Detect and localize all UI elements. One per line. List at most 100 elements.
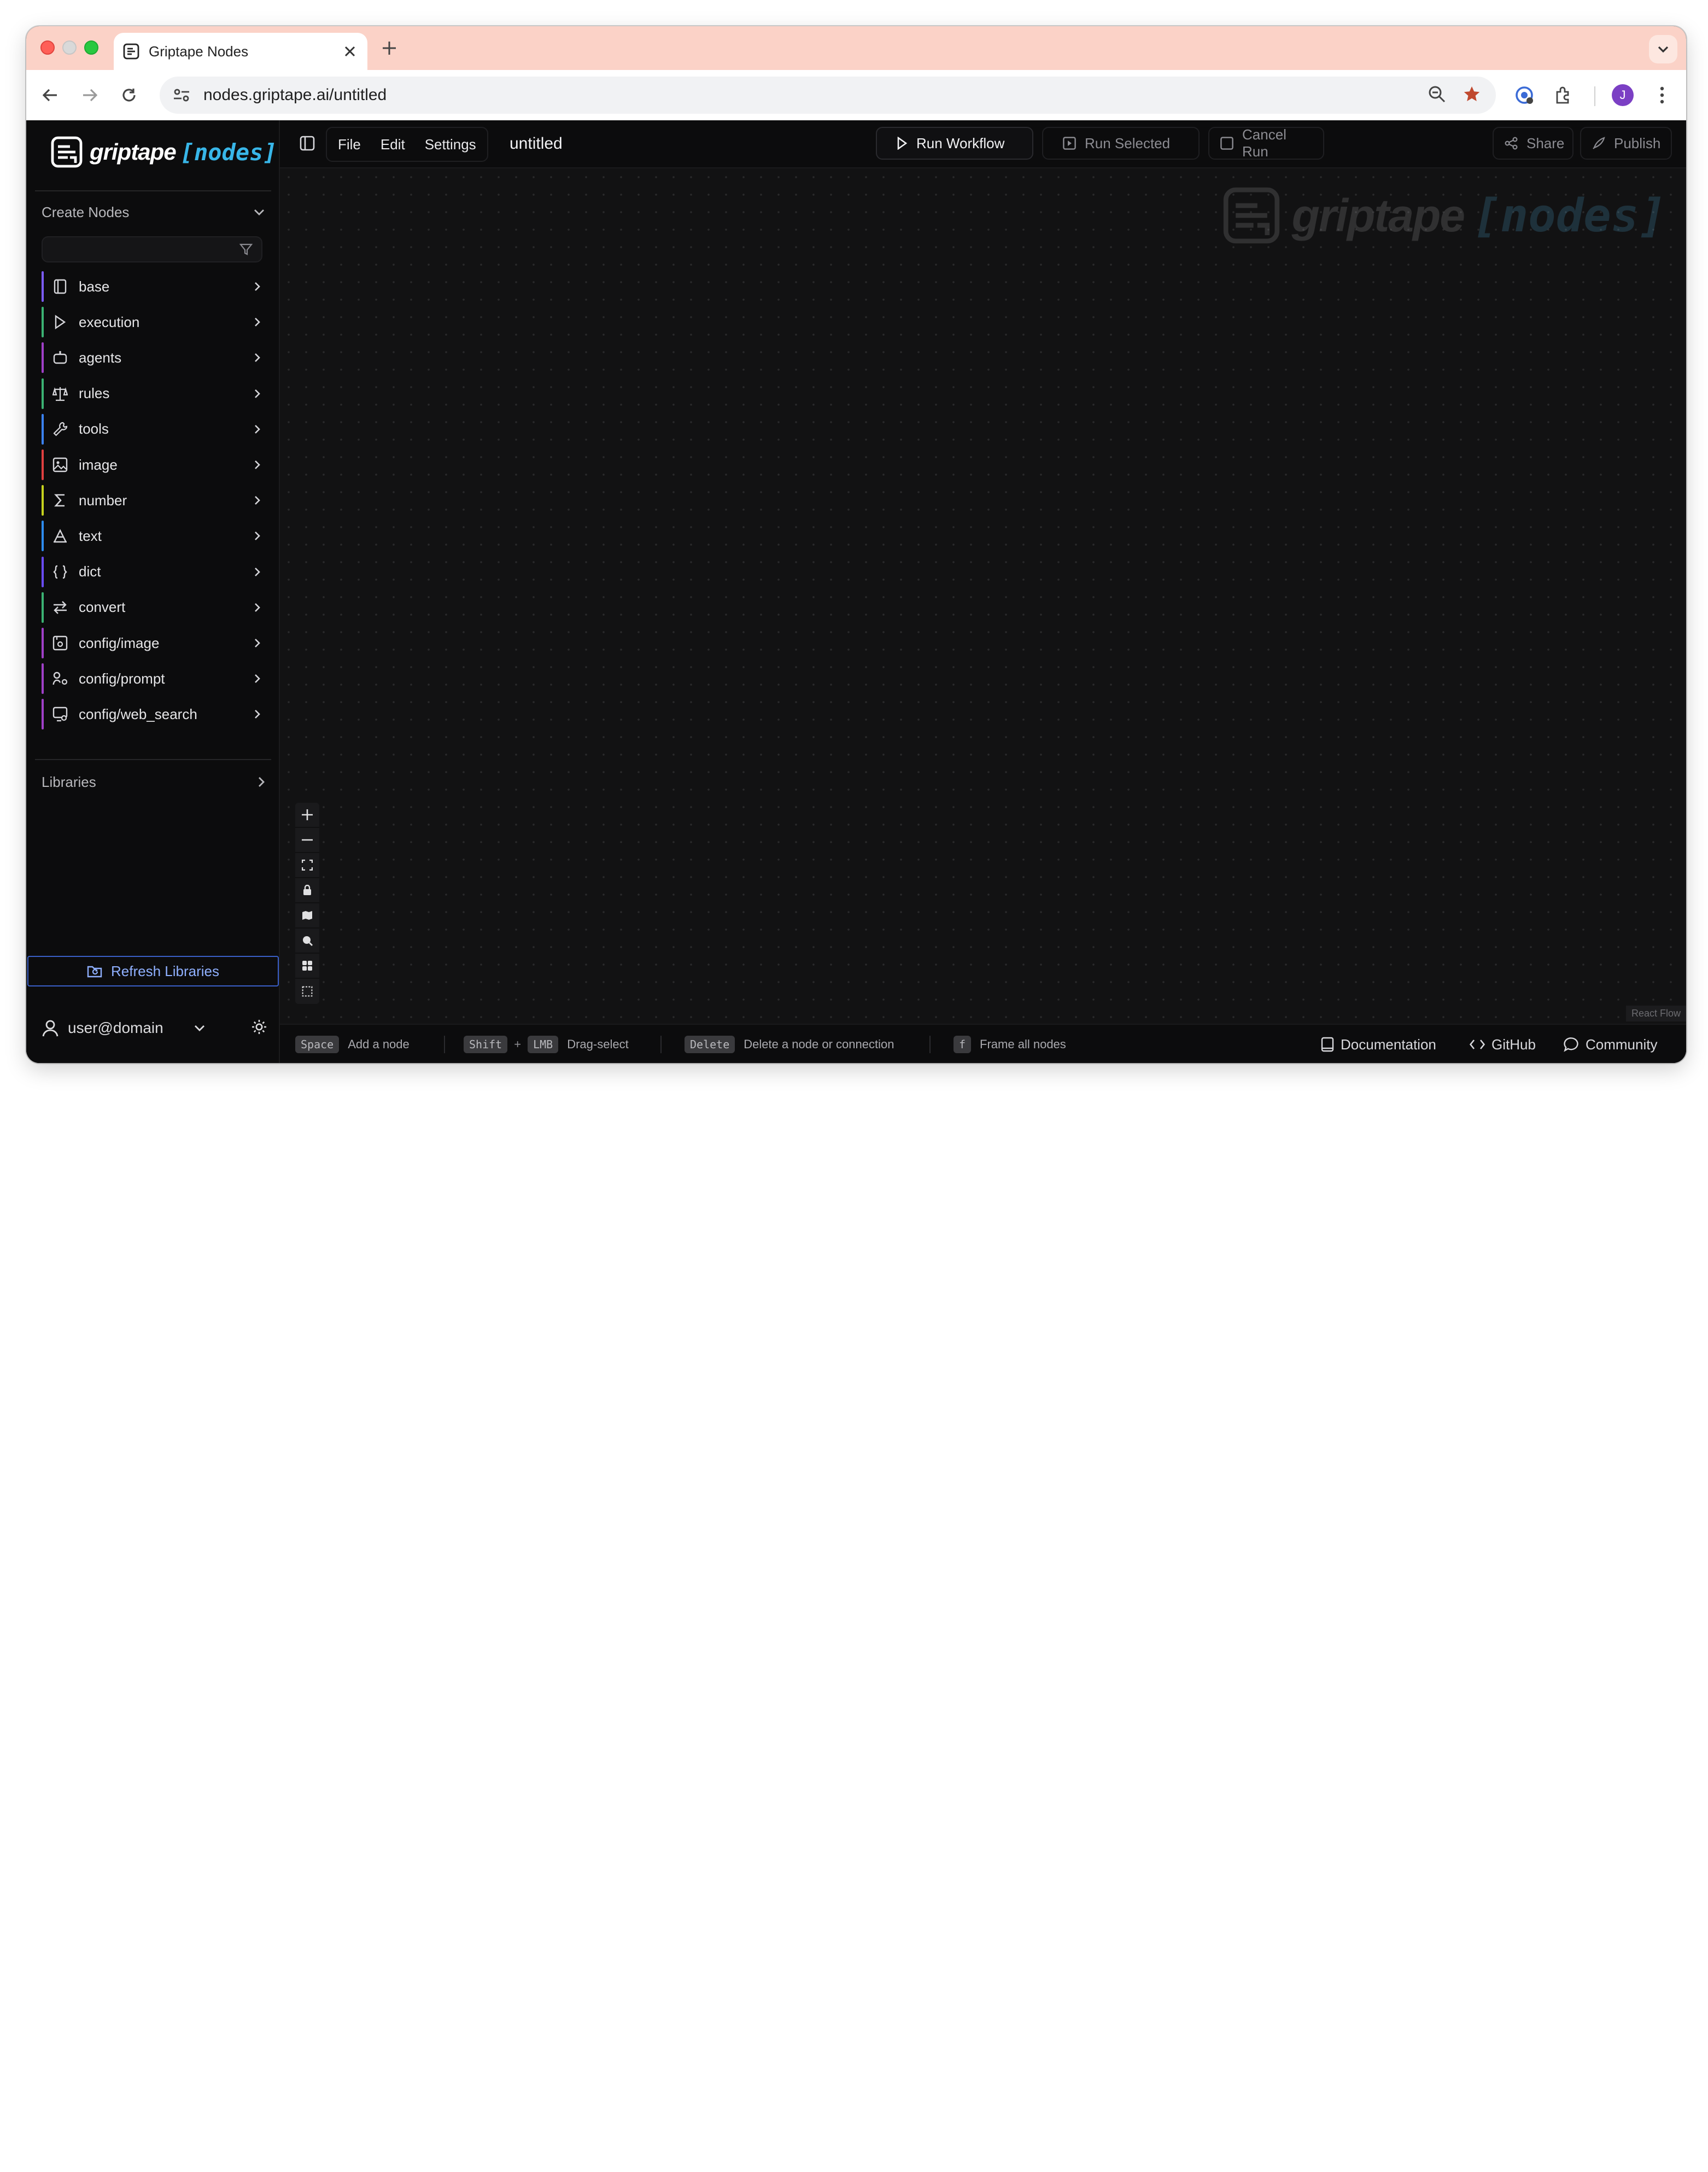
refresh-libraries-button[interactable]: Refresh Libraries: [27, 956, 279, 986]
chevron-down-icon: [254, 209, 265, 215]
fit-view-icon[interactable]: [295, 853, 319, 878]
category-base[interactable]: base: [42, 271, 265, 302]
search-node-icon[interactable]: [295, 929, 319, 954]
category-execution[interactable]: execution: [42, 307, 265, 338]
sidebar-divider: [35, 759, 271, 760]
run-workflow-button[interactable]: Run Workflow: [876, 127, 1033, 160]
react-flow-attribution[interactable]: React Flow: [1625, 1006, 1686, 1021]
documentation-link[interactable]: Documentation: [1321, 1035, 1436, 1054]
lock-icon[interactable]: [295, 878, 319, 903]
user-menu[interactable]: user@domain: [42, 1015, 267, 1041]
menu-file[interactable]: File: [338, 136, 361, 153]
category-config-image[interactable]: config/image: [42, 628, 265, 658]
tab-search-chevron-icon[interactable]: [1649, 35, 1677, 63]
play-icon: [897, 137, 908, 150]
menu-edit[interactable]: Edit: [381, 136, 405, 153]
category-convert[interactable]: convert: [42, 592, 265, 623]
status-divider: [929, 1036, 931, 1053]
browser-tab[interactable]: Griptape Nodes: [114, 33, 367, 70]
app-toolbar: File Edit Settings untitled Run Workflow…: [280, 120, 1686, 168]
chevron-right-icon: [249, 671, 265, 686]
play-icon: [52, 314, 68, 330]
panel-toggle-icon[interactable]: [300, 136, 315, 151]
share-button[interactable]: Share: [1493, 127, 1574, 160]
shortcut-add-node: Space Add a node: [295, 1035, 410, 1054]
theme-sun-icon[interactable]: [251, 1019, 267, 1035]
github-link[interactable]: GitHub: [1470, 1035, 1536, 1054]
minimap-icon[interactable]: [295, 903, 319, 929]
bot-icon: [52, 350, 68, 365]
status-divider: [444, 1036, 445, 1053]
share-label: Share: [1526, 135, 1565, 151]
site-settings-icon[interactable]: [171, 84, 192, 106]
grid-layout-icon[interactable]: [295, 954, 319, 979]
community-link[interactable]: Community: [1564, 1035, 1657, 1054]
run-selected-button[interactable]: Run Selected: [1042, 127, 1200, 160]
publish-label: Publish: [1614, 135, 1661, 151]
category-config-prompt[interactable]: config/prompt: [42, 663, 265, 694]
workflow-title[interactable]: untitled: [510, 135, 563, 153]
category-image[interactable]: image: [42, 449, 265, 480]
category-number[interactable]: number: [42, 485, 265, 516]
close-window-button[interactable]: [40, 40, 55, 55]
publish-button[interactable]: Publish: [1580, 127, 1672, 160]
documentation-label: Documentation: [1341, 1036, 1436, 1053]
extensions-puzzle-icon[interactable]: [1551, 82, 1577, 108]
zoom-in-icon[interactable]: [295, 803, 319, 828]
key-lmb: LMB: [528, 1036, 559, 1053]
libraries-header[interactable]: Libraries: [42, 769, 265, 795]
sidebar-divider: [35, 190, 271, 191]
github-label: GitHub: [1491, 1036, 1536, 1053]
menu-settings[interactable]: Settings: [425, 136, 476, 153]
canvas-controls: [295, 803, 319, 1004]
minimize-window-button[interactable]: [62, 40, 77, 55]
community-label: Community: [1586, 1036, 1658, 1053]
folder-refresh-icon: [87, 965, 102, 978]
category-color-bar: [42, 521, 44, 552]
bookmark-star-icon[interactable]: [1463, 85, 1481, 103]
reload-icon[interactable]: [116, 82, 142, 108]
back-arrow-icon[interactable]: [37, 82, 63, 108]
run-workflow-label: Run Workflow: [916, 135, 1005, 151]
user-icon: [42, 1019, 59, 1037]
node-filter-input[interactable]: [42, 236, 262, 262]
category-text[interactable]: text: [42, 521, 265, 552]
workflow-canvas[interactable]: griptape [nodes] React Flow: [280, 168, 1686, 1024]
cancel-run-button[interactable]: Cancel Run: [1208, 126, 1324, 160]
zoom-icon[interactable]: [1428, 85, 1446, 103]
griptape-app: griptape [nodes] Create Nodes base execut…: [26, 120, 1686, 1063]
selection-box-icon[interactable]: [295, 979, 319, 1004]
shortcut-drag-select: Shift + LMB Drag-select: [464, 1035, 629, 1054]
category-agents[interactable]: agents: [42, 342, 265, 373]
griptape-logo: griptape [nodes]: [50, 133, 277, 171]
password-manager-icon[interactable]: [1511, 82, 1537, 108]
shortcut-label: Frame all nodes: [980, 1037, 1066, 1051]
category-label: rules: [79, 385, 110, 402]
chevron-right-icon: [249, 422, 265, 437]
chevron-right-icon: [249, 493, 265, 508]
category-dict[interactable]: dict: [42, 556, 265, 587]
swap-icon: [52, 600, 68, 615]
category-tools[interactable]: tools: [42, 413, 265, 445]
create-nodes-header[interactable]: Create Nodes: [42, 199, 265, 225]
image-config-icon: [52, 635, 68, 651]
browser-menu-kebab-icon[interactable]: [1649, 82, 1675, 108]
wrench-icon: [52, 422, 68, 437]
profile-avatar[interactable]: J: [1610, 82, 1636, 108]
square-icon: [1220, 137, 1233, 150]
refresh-libraries-label: Refresh Libraries: [111, 962, 219, 979]
shortcut-label: Add a node: [348, 1037, 410, 1051]
category-label: config/image: [79, 634, 160, 651]
address-bar[interactable]: nodes.griptape.ai/untitled: [160, 77, 1496, 114]
tab-close-icon[interactable]: [341, 43, 359, 60]
category-label: text: [79, 527, 102, 544]
category-color-bar: [42, 628, 44, 658]
new-tab-icon[interactable]: [378, 37, 400, 59]
play-square-icon: [1063, 137, 1076, 150]
forward-arrow-icon[interactable]: [77, 82, 103, 108]
maximize-window-button[interactable]: [84, 40, 98, 55]
zoom-out-icon[interactable]: [295, 828, 319, 853]
category-rules[interactable]: rules: [42, 378, 265, 409]
category-config-web-search[interactable]: config/web_search: [42, 699, 265, 730]
chevron-right-icon: [258, 776, 265, 787]
